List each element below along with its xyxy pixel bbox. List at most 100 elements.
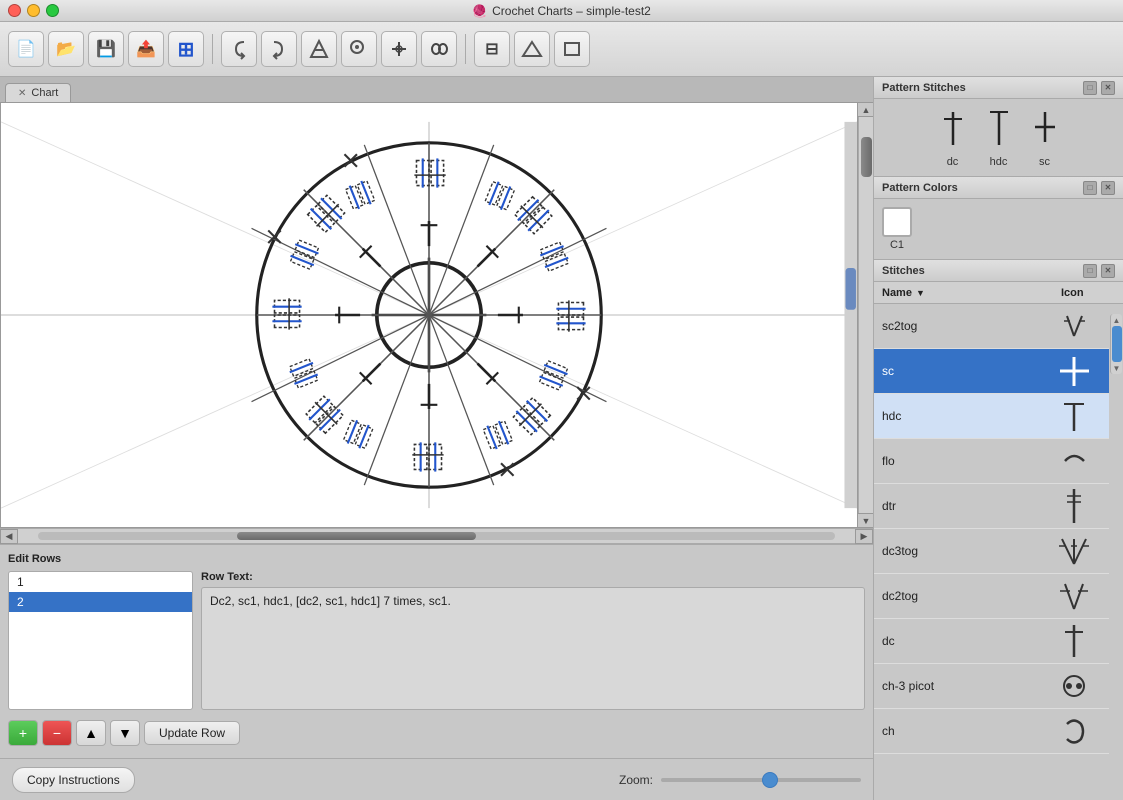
stitch-row-sc2tog[interactable]: sc2tog: [874, 304, 1109, 349]
edit-rows-label: Edit Rows: [8, 553, 865, 565]
right-panel: Pattern Stitches □ ✕ dc: [873, 77, 1123, 800]
stitch-row-dc3tog[interactable]: dc3tog: [874, 529, 1109, 574]
sc-icon: [1030, 107, 1060, 152]
stitch-row-sc[interactable]: sc: [874, 349, 1109, 394]
pattern-stitches-header: Pattern Stitches □ ✕: [874, 77, 1123, 99]
pattern-colors-close-button[interactable]: ✕: [1101, 181, 1115, 195]
stitches-button[interactable]: ⊞: [168, 31, 204, 67]
chart-svg: [1, 103, 857, 527]
row-text-section: Row Text: Dc2, sc1, hdc1, [dc2, sc1, hdc…: [201, 571, 865, 710]
pattern-stitches-expand-button[interactable]: □: [1083, 81, 1097, 95]
edit-toolbar: + − ▲ ▼ Update Row: [8, 716, 865, 750]
stitches-panel-header: Stitches □ ✕: [874, 260, 1123, 282]
pattern-stitches-close-button[interactable]: ✕: [1101, 81, 1115, 95]
row-item-1[interactable]: 1: [9, 572, 192, 592]
chart-row: ▲ ▼: [0, 102, 873, 528]
stitch-hdc[interactable]: hdc: [984, 107, 1014, 168]
stitch-row-dc[interactable]: dc: [874, 619, 1109, 664]
rectangle-tool-button[interactable]: [554, 31, 590, 67]
stitches-scrollbar[interactable]: ▲ ▼: [1110, 314, 1122, 374]
hook-left-button[interactable]: [221, 31, 257, 67]
pattern-colors-header: Pattern Colors □ ✕: [874, 177, 1123, 199]
stitches-panel: Stitches □ ✕ Name ▼ Icon: [874, 260, 1123, 800]
scroll-up-arrow[interactable]: ▲: [857, 102, 873, 117]
color-label-c1: C1: [890, 239, 904, 251]
stitches-panel-title: Stitches: [882, 265, 925, 277]
main-layout: ✕ Chart: [0, 77, 1123, 800]
stitches-panel-close-button[interactable]: ✕: [1101, 264, 1115, 278]
update-row-button[interactable]: Update Row: [144, 721, 240, 745]
stitches-with-scroll: sc2tog: [874, 304, 1123, 800]
chart-canvas[interactable]: [0, 102, 858, 528]
search-tool-button[interactable]: [341, 31, 377, 67]
stitches-scroll-thumb[interactable]: [1112, 326, 1122, 362]
move-up-button[interactable]: ▲: [76, 720, 106, 746]
stitches-content: Name ▼ Icon sc2tog: [874, 282, 1123, 800]
cross-stitch-button[interactable]: [381, 31, 417, 67]
stitch-row-ch[interactable]: ch: [874, 709, 1109, 754]
scroll-right-arrow[interactable]: ▶: [855, 529, 873, 544]
stitches-panel-expand-button[interactable]: □: [1083, 264, 1097, 278]
chart-horizontal-scrollbar[interactable]: ◀ ▶: [0, 528, 873, 543]
stitch-sc[interactable]: sc: [1030, 107, 1060, 168]
maximize-button[interactable]: [46, 4, 59, 17]
dc-label: dc: [947, 156, 959, 168]
dc-icon: [938, 107, 968, 152]
scroll-top-arrow[interactable]: ▲: [1112, 316, 1122, 324]
color-swatch-c1[interactable]: [882, 207, 912, 237]
shape-tool-button[interactable]: [301, 31, 337, 67]
new-button[interactable]: 📄: [8, 31, 44, 67]
stitch-dc[interactable]: dc: [938, 107, 968, 168]
row-text-area[interactable]: Dc2, sc1, hdc1, [dc2, sc1, hdc1] 7 times…: [201, 587, 865, 710]
scroll-left-arrow[interactable]: ◀: [0, 529, 18, 544]
window-controls[interactable]: [8, 4, 59, 17]
chart-tab-label: Chart: [31, 87, 58, 99]
rows-list[interactable]: 1 2: [8, 571, 193, 710]
save-button[interactable]: 💾: [88, 31, 124, 67]
stitch-row-flo[interactable]: flo: [874, 439, 1109, 484]
stitch-row-dtr[interactable]: dtr: [874, 484, 1109, 529]
chart-tab[interactable]: ✕ Chart: [5, 83, 71, 102]
h-scroll-track: [38, 532, 835, 540]
open-button[interactable]: 📂: [48, 31, 84, 67]
stitches-list[interactable]: sc2tog: [874, 304, 1109, 800]
scroll-thumb[interactable]: [861, 137, 872, 177]
export-button[interactable]: 📤: [128, 31, 164, 67]
move-down-button[interactable]: ▼: [110, 720, 140, 746]
sort-arrow-icon: ▼: [916, 288, 925, 298]
copy-instructions-button[interactable]: Copy Instructions: [12, 767, 135, 793]
panel-header-icons-stitches: □ ✕: [1083, 81, 1115, 95]
zoom-label: Zoom:: [619, 773, 653, 787]
text-align-button[interactable]: ⊟: [474, 31, 510, 67]
title-icon: 🧶: [472, 4, 487, 18]
zoom-slider[interactable]: [661, 778, 861, 782]
remove-row-button[interactable]: −: [42, 720, 72, 746]
title-bar: 🧶 Crochet Charts – simple-test2: [0, 0, 1123, 22]
pattern-colors-section: Pattern Colors □ ✕ C1: [874, 177, 1123, 260]
chart-tab-close[interactable]: ✕: [18, 88, 26, 99]
chart-vertical-scrollbar[interactable]: ▲ ▼: [858, 102, 873, 528]
color-c1[interactable]: C1: [882, 207, 912, 251]
scroll-down-arrow[interactable]: ▼: [857, 513, 873, 528]
separator-2: [465, 34, 466, 64]
left-panel: ✕ Chart: [0, 77, 873, 800]
pattern-stitches-content: dc hdc: [874, 99, 1123, 176]
stitch-row-ch3picot[interactable]: ch-3 picot: [874, 664, 1109, 709]
hook-right-button[interactable]: [261, 31, 297, 67]
pattern-stitches-title: Pattern Stitches: [882, 82, 966, 94]
loop-tool-button[interactable]: [421, 31, 457, 67]
stitch-row-dc2tog[interactable]: dc2tog: [874, 574, 1109, 619]
row-text-label: Row Text:: [201, 571, 865, 583]
pattern-colors-expand-button[interactable]: □: [1083, 181, 1097, 195]
minimize-button[interactable]: [27, 4, 40, 17]
close-button[interactable]: [8, 4, 21, 17]
col-name-header[interactable]: Name ▼: [874, 287, 1053, 299]
h-scroll-thumb[interactable]: [237, 532, 476, 540]
row-item-2[interactable]: 2: [9, 592, 192, 612]
pattern-colors-content: C1: [874, 199, 1123, 259]
add-row-button[interactable]: +: [8, 720, 38, 746]
edit-bottom-row: 1 2 Row Text: Dc2, sc1, hdc1, [dc2, sc1,…: [8, 571, 865, 710]
stitch-row-hdc[interactable]: hdc: [874, 394, 1109, 439]
scroll-bottom-arrow[interactable]: ▼: [1112, 364, 1122, 372]
triangle-tool-button[interactable]: [514, 31, 550, 67]
